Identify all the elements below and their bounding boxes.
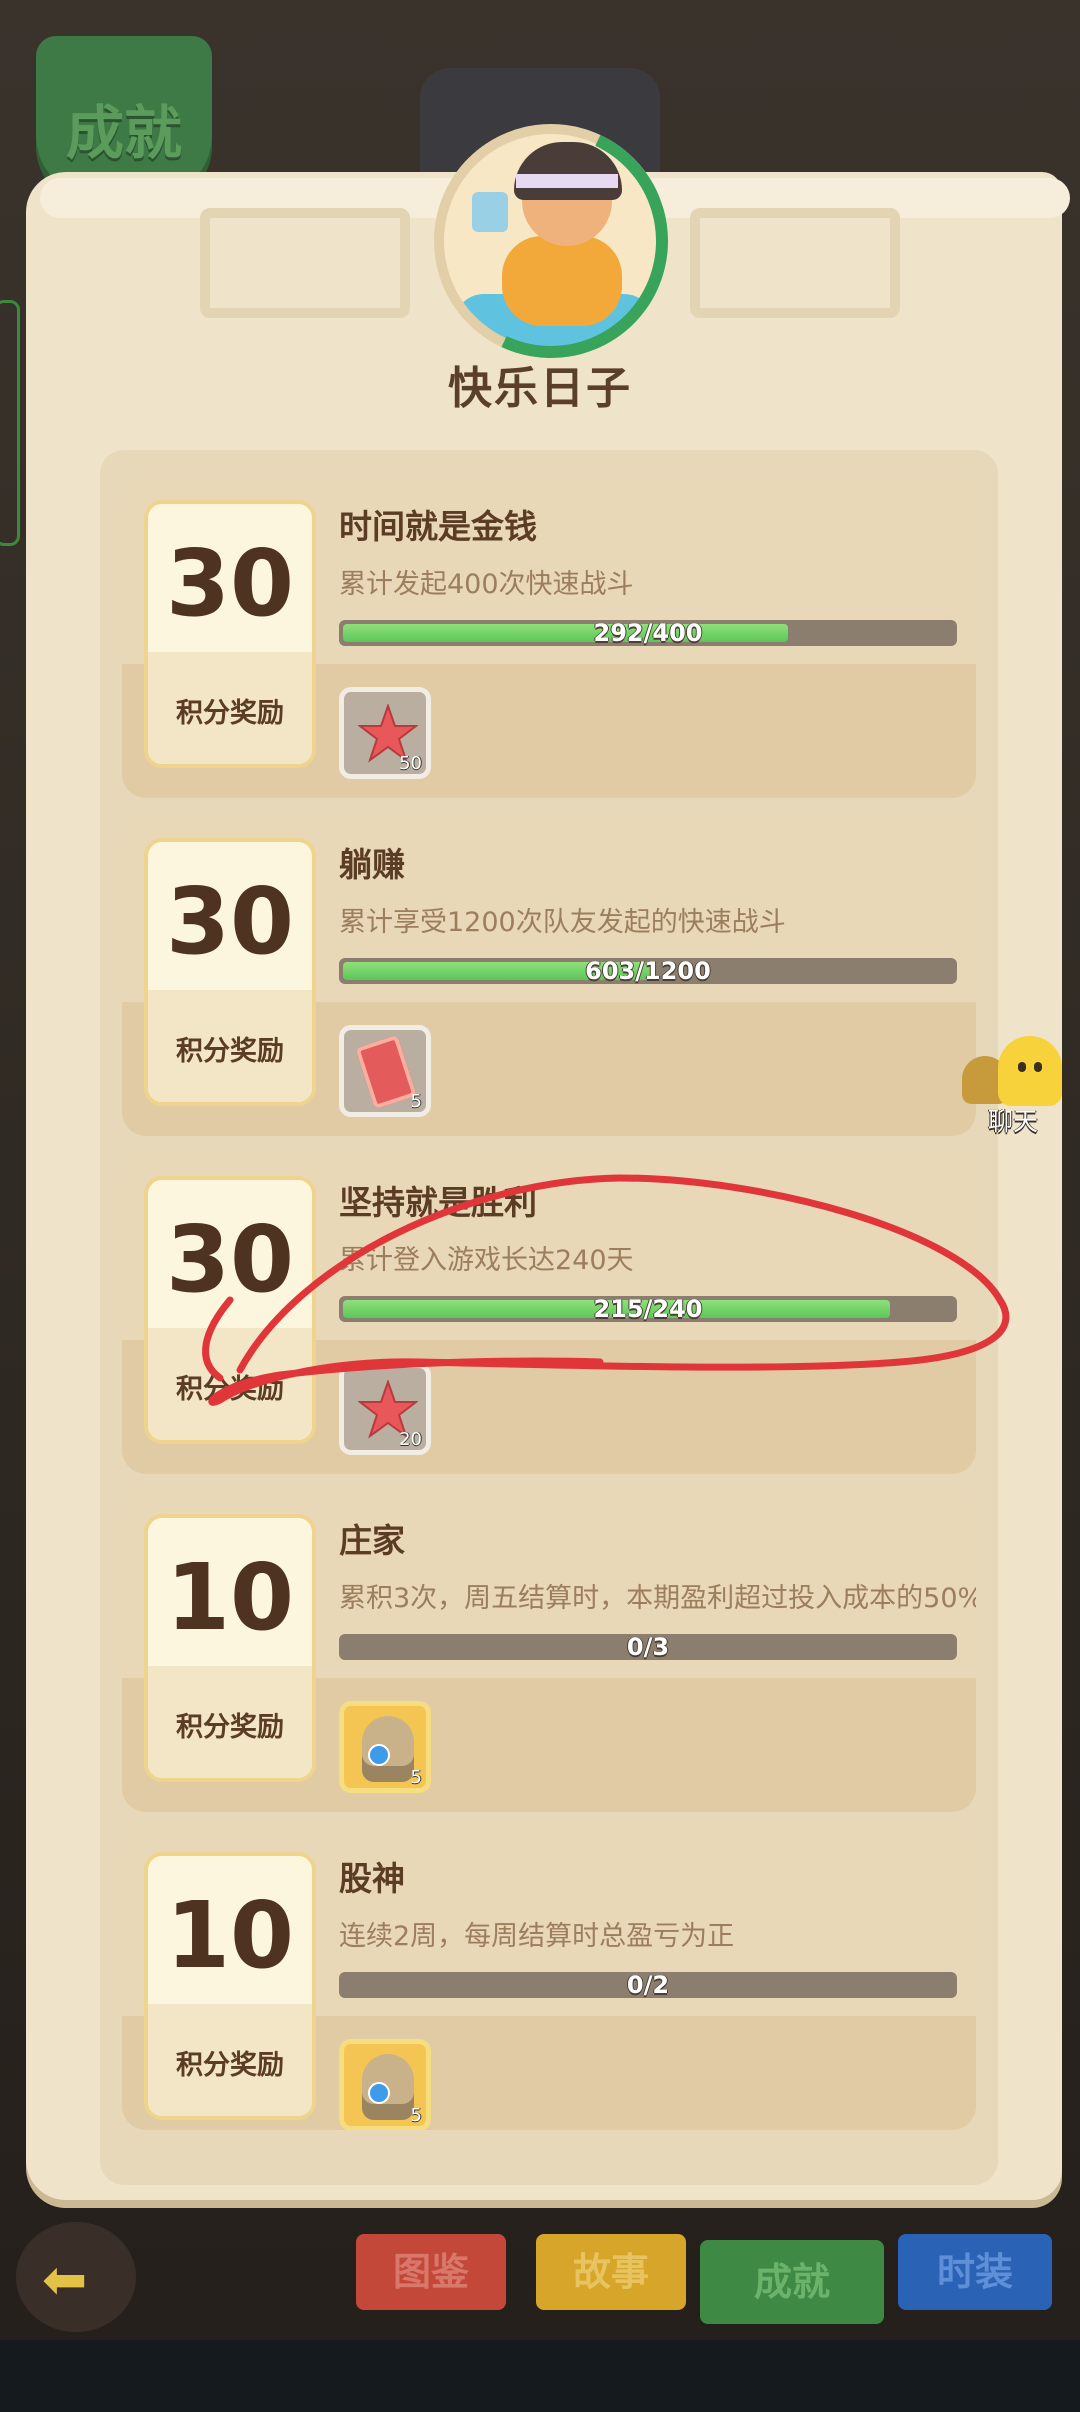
achievement-card: 10 积分奖励 庄家 累积3次，周五结算时，本期盈利超过投入成本的50% 0/3…: [122, 1492, 976, 1812]
achievement-title: 股神: [339, 1859, 405, 1898]
chat-face-icon: [998, 1036, 1062, 1106]
reward-item[interactable]: 5: [339, 2039, 431, 2130]
points-value: 10: [165, 1882, 295, 1989]
progress-bar: 603/1200: [339, 958, 957, 984]
achievement-desc: 累计登入游戏长达240天: [339, 1245, 634, 1276]
points-badge: 10 积分奖励: [144, 1852, 316, 2120]
progress-text: 0/2: [626, 1972, 670, 1998]
tab-achievements-label-bottom: 成就: [753, 2260, 830, 2304]
tab-collection-label: 图鉴: [392, 2250, 469, 2294]
progress-text: 0/3: [626, 1634, 670, 1660]
progress-bar: 0/2: [339, 1972, 957, 1998]
reward-count: 20: [399, 1429, 422, 1450]
scroll-ornament-right: [690, 208, 900, 318]
points-value: 30: [165, 868, 295, 975]
points-label: 积分奖励: [176, 2050, 284, 2081]
chat-button[interactable]: 聊天: [958, 1036, 1068, 1136]
points-value: 10: [165, 1544, 295, 1651]
achievement-card: 10 积分奖励 股神 连续2周，每周结算时总盈亏为正 0/2 5: [122, 1830, 976, 2130]
progress-bar: 292/400: [339, 620, 957, 646]
tab-fashion-label: 时装: [936, 2250, 1013, 2294]
reward-count: 5: [410, 1767, 422, 1788]
reward-item[interactable]: 5: [339, 1025, 431, 1117]
points-value: 30: [165, 1206, 295, 1313]
progress-text: 603/1200: [585, 958, 711, 984]
points-label: 积分奖励: [176, 698, 284, 729]
points-label: 积分奖励: [176, 1712, 284, 1743]
achievement-card: 30 积分奖励 躺赚 累计享受1200次队友发起的快速战斗 603/1200 5: [122, 816, 976, 1136]
tab-fashion[interactable]: 时装: [898, 2234, 1052, 2310]
tab-story[interactable]: 故事: [536, 2234, 686, 2310]
achievement-desc: 累计发起400次快速战斗: [339, 569, 634, 600]
statue-icon: [362, 2054, 414, 2120]
progress-bar: 0/3: [339, 1634, 957, 1660]
ticket-icon: [355, 1034, 417, 1110]
points-label: 积分奖励: [176, 1036, 284, 1067]
achievement-desc: 连续2周，每周结算时总盈亏为正: [339, 1921, 735, 1952]
statue-icon: [362, 1716, 414, 1782]
achievement-title: 躺赚: [339, 845, 405, 884]
points-badge: 30 积分奖励: [144, 1176, 316, 1444]
reward-count: 50: [399, 753, 422, 774]
progress-bar: 215/240: [339, 1296, 957, 1322]
points-label: 积分奖励: [176, 1374, 284, 1405]
side-panel-edge: [0, 300, 20, 546]
achievement-card: 30 积分奖励 坚持就是胜利 累计登入游戏长达240天 215/240 20: [122, 1154, 976, 1474]
achievement-card: 30 积分奖励 时间就是金钱 累计发起400次快速战斗 292/400 50: [122, 478, 976, 798]
reward-count: 5: [410, 1091, 422, 1112]
points-badge: 30 积分奖励: [144, 838, 316, 1106]
back-button[interactable]: ⬅: [16, 2222, 136, 2332]
achievement-title: 坚持就是胜利: [339, 1183, 537, 1222]
tab-achievements-label: 成就: [65, 99, 182, 167]
points-badge: 10 积分奖励: [144, 1514, 316, 1782]
points-value: 30: [165, 530, 295, 637]
scroll-ornament-left: [200, 208, 410, 318]
reward-item[interactable]: 5: [339, 1701, 431, 1793]
tab-story-label: 故事: [572, 2250, 649, 2294]
page-title: 快乐日子: [448, 363, 632, 414]
reward-count: 5: [410, 2105, 422, 2126]
achievement-desc: 累积3次，周五结算时，本期盈利超过投入成本的50%: [339, 1583, 976, 1614]
chat-label: 聊天: [987, 1107, 1038, 1136]
bottom-edge: [0, 2340, 1080, 2412]
back-arrow-icon: ⬅: [42, 2248, 88, 2311]
reward-item[interactable]: 20: [339, 1363, 431, 1455]
achievement-title: 时间就是金钱: [339, 507, 537, 546]
tab-collection[interactable]: 图鉴: [356, 2234, 506, 2310]
progress-text: 292/400: [593, 620, 703, 646]
progress-text: 215/240: [593, 1296, 703, 1322]
achievement-title: 庄家: [339, 1521, 405, 1560]
tab-achievements[interactable]: 成就: [700, 2240, 884, 2324]
points-badge: 30 积分奖励: [144, 500, 316, 768]
achievement-desc: 累计享受1200次队友发起的快速战斗: [339, 907, 786, 938]
reward-item[interactable]: 50: [339, 687, 431, 779]
